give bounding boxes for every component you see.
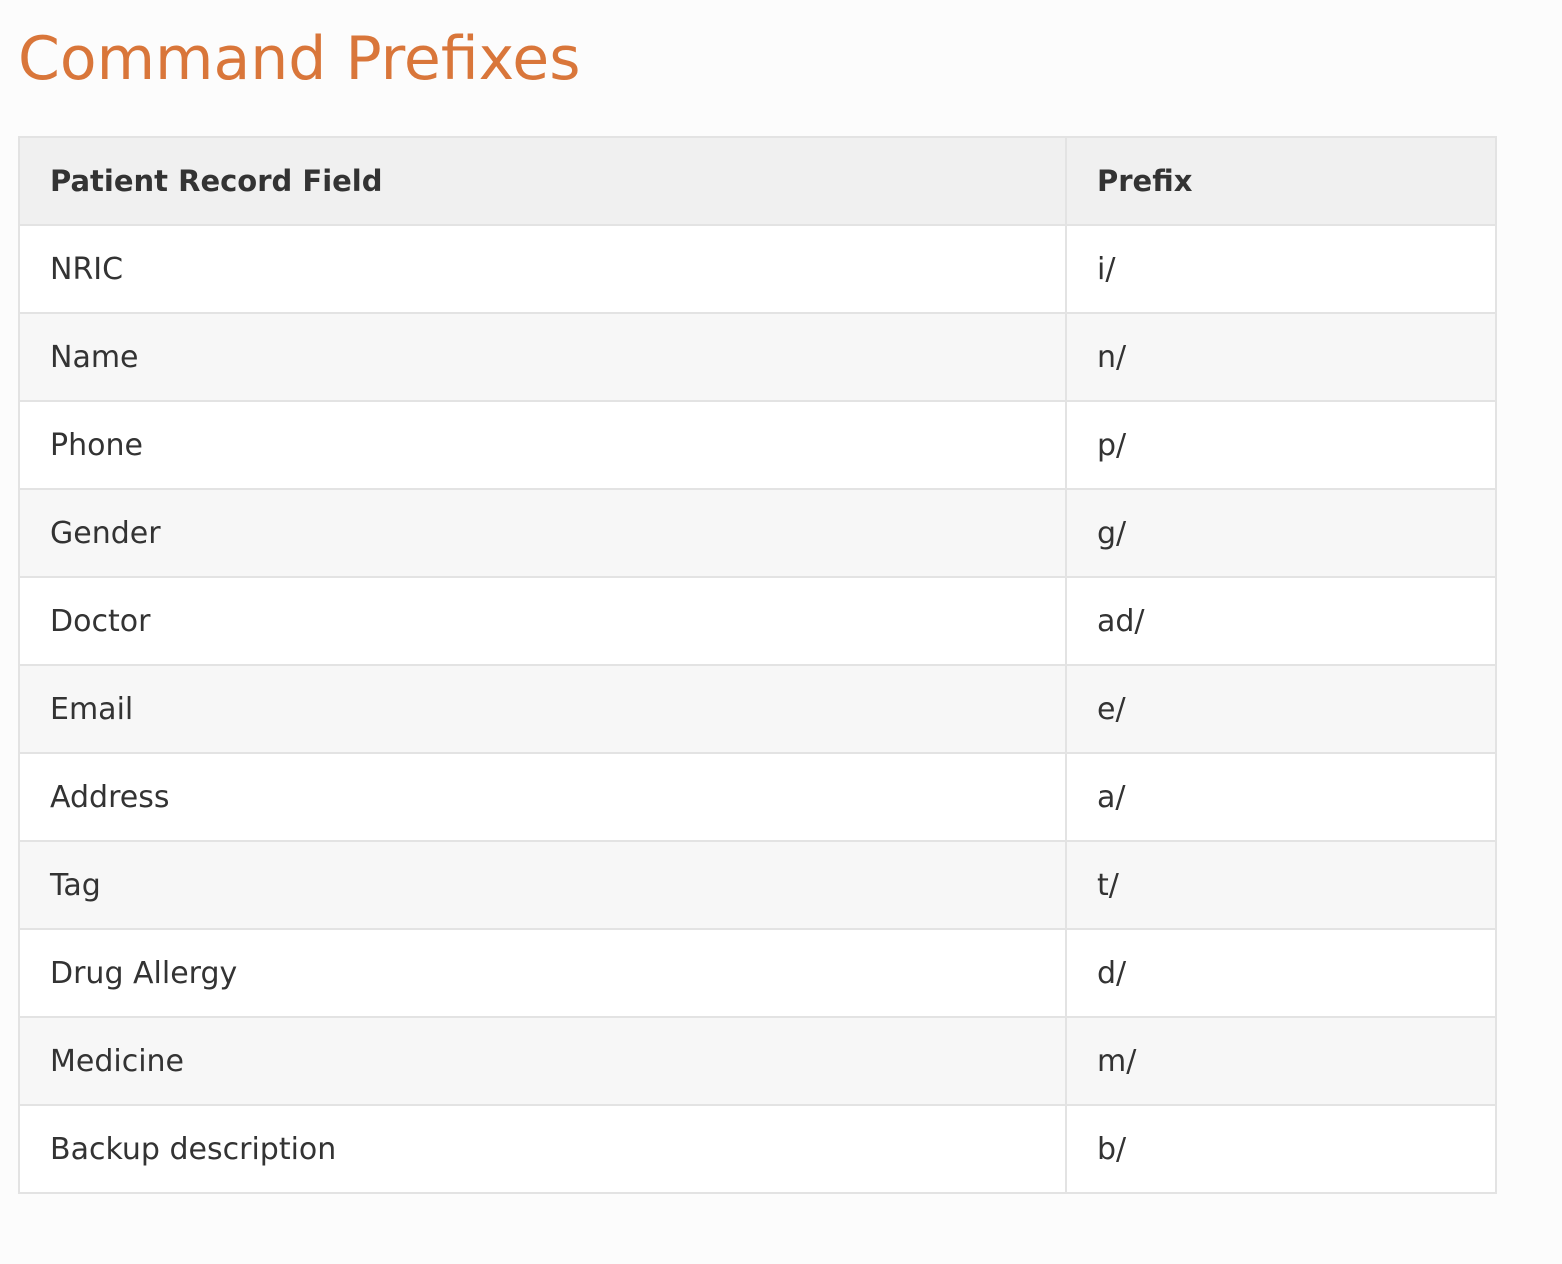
prefix-cell: m/ xyxy=(1065,1016,1497,1106)
field-cell: Tag xyxy=(18,840,1067,930)
table-row: Email e/ xyxy=(18,664,1497,754)
prefix-cell: b/ xyxy=(1065,1104,1497,1194)
field-cell: NRIC xyxy=(18,224,1067,314)
table-row: Gender g/ xyxy=(18,488,1497,578)
field-cell: Gender xyxy=(18,488,1067,578)
field-cell: Doctor xyxy=(18,576,1067,666)
prefix-cell: i/ xyxy=(1065,224,1497,314)
column-header-prefix: Prefix xyxy=(1065,136,1497,226)
table-row: Phone p/ xyxy=(18,400,1497,490)
prefix-cell: p/ xyxy=(1065,400,1497,490)
field-cell: Name xyxy=(18,312,1067,402)
field-cell: Email xyxy=(18,664,1067,754)
prefix-cell: d/ xyxy=(1065,928,1497,1018)
table-row: Medicine m/ xyxy=(18,1016,1497,1106)
field-cell: Backup description xyxy=(18,1104,1067,1194)
prefix-cell: a/ xyxy=(1065,752,1497,842)
prefix-cell: e/ xyxy=(1065,664,1497,754)
prefix-cell: g/ xyxy=(1065,488,1497,578)
table-header-row: Patient Record Field Prefix xyxy=(18,136,1497,226)
table-row: Drug Allergy d/ xyxy=(18,928,1497,1018)
field-cell: Medicine xyxy=(18,1016,1067,1106)
prefix-cell: t/ xyxy=(1065,840,1497,930)
table-row: Name n/ xyxy=(18,312,1497,402)
table-header: Patient Record Field Prefix xyxy=(18,136,1497,226)
prefix-cell: n/ xyxy=(1065,312,1497,402)
field-cell: Drug Allergy xyxy=(18,928,1067,1018)
table-row: Address a/ xyxy=(18,752,1497,842)
table-row: Doctor ad/ xyxy=(18,576,1497,666)
field-cell: Address xyxy=(18,752,1067,842)
table-row: Tag t/ xyxy=(18,840,1497,930)
table-row: Backup description b/ xyxy=(18,1104,1497,1194)
page-title: Command Prefixes xyxy=(18,24,581,94)
command-prefix-table: Patient Record Field Prefix NRIC i/ Name… xyxy=(18,136,1497,1194)
table-row: NRIC i/ xyxy=(18,224,1497,314)
field-cell: Phone xyxy=(18,400,1067,490)
table-body: NRIC i/ Name n/ Phone p/ Gender g/ Docto… xyxy=(18,224,1497,1194)
prefix-cell: ad/ xyxy=(1065,576,1497,666)
column-header-field: Patient Record Field xyxy=(18,136,1067,226)
